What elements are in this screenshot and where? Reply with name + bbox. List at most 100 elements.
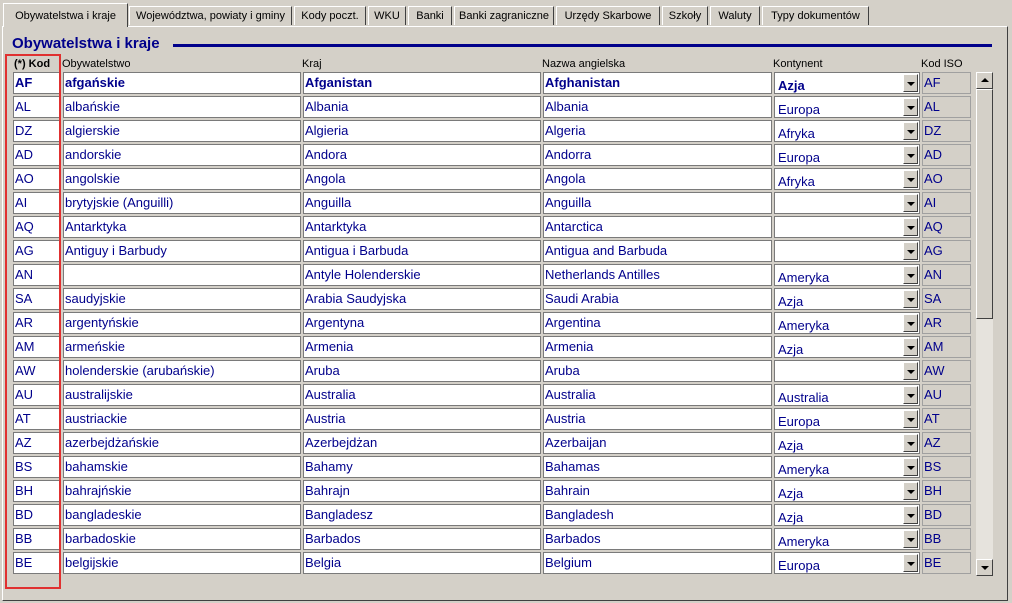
obywatelstwo-cell[interactable]: argentyńskie <box>63 312 301 334</box>
kraj-cell[interactable]: Antigua i Barbuda <box>303 240 541 262</box>
tab-5[interactable]: Banki zagraniczne <box>454 6 554 25</box>
kraj-cell[interactable]: Azerbejdżan <box>303 432 541 454</box>
dropdown-arrow-icon[interactable] <box>903 530 918 548</box>
nazwa-angielska-cell[interactable]: Aruba <box>543 360 772 382</box>
kod-cell[interactable]: DZ <box>13 120 61 142</box>
scroll-up-arrow-icon[interactable] <box>976 72 993 89</box>
nazwa-angielska-cell[interactable]: Bahrain <box>543 480 772 502</box>
dropdown-arrow-icon[interactable] <box>903 554 918 572</box>
kod-cell[interactable]: AO <box>13 168 61 190</box>
kod-cell[interactable]: AD <box>13 144 61 166</box>
kod-cell[interactable]: BS <box>13 456 61 478</box>
kontynent-select[interactable]: Europa <box>774 552 920 574</box>
vertical-scrollbar[interactable] <box>976 72 993 576</box>
kontynent-select[interactable] <box>774 360 920 382</box>
nazwa-angielska-cell[interactable]: Australia <box>543 384 772 406</box>
kraj-cell[interactable]: Australia <box>303 384 541 406</box>
kontynent-select[interactable]: Azja <box>774 288 920 310</box>
header-kod-iso[interactable]: Kod ISO <box>921 58 963 71</box>
dropdown-arrow-icon[interactable] <box>903 362 918 380</box>
kontynent-select[interactable]: Ameryka <box>774 528 920 550</box>
nazwa-angielska-cell[interactable]: Bahamas <box>543 456 772 478</box>
kontynent-select[interactable]: Ameryka <box>774 456 920 478</box>
kod-cell[interactable]: AF <box>13 72 61 94</box>
kraj-cell[interactable]: Albania <box>303 96 541 118</box>
kontynent-select[interactable] <box>774 240 920 262</box>
obywatelstwo-cell[interactable]: austriackie <box>63 408 301 430</box>
obywatelstwo-cell[interactable]: azerbejdżańskie <box>63 432 301 454</box>
dropdown-arrow-icon[interactable] <box>903 146 918 164</box>
kraj-cell[interactable]: Bahamy <box>303 456 541 478</box>
nazwa-angielska-cell[interactable]: Argentina <box>543 312 772 334</box>
dropdown-arrow-icon[interactable] <box>903 314 918 332</box>
dropdown-arrow-icon[interactable] <box>903 290 918 308</box>
kraj-cell[interactable]: Andora <box>303 144 541 166</box>
obywatelstwo-cell[interactable]: bahrajńskie <box>63 480 301 502</box>
kontynent-select[interactable]: Europa <box>774 144 920 166</box>
dropdown-arrow-icon[interactable] <box>903 386 918 404</box>
kraj-cell[interactable]: Armenia <box>303 336 541 358</box>
obywatelstwo-cell[interactable]: algierskie <box>63 120 301 142</box>
dropdown-arrow-icon[interactable] <box>903 98 918 116</box>
nazwa-angielska-cell[interactable]: Netherlands Antilles <box>543 264 772 286</box>
kod-cell[interactable]: AN <box>13 264 61 286</box>
header-kraj[interactable]: Kraj <box>302 58 322 71</box>
kraj-cell[interactable]: Belgia <box>303 552 541 574</box>
dropdown-arrow-icon[interactable] <box>903 434 918 452</box>
kontynent-select[interactable]: Azja <box>774 336 920 358</box>
kraj-cell[interactable]: Antarktyka <box>303 216 541 238</box>
obywatelstwo-cell[interactable]: belgijskie <box>63 552 301 574</box>
kod-cell[interactable]: BH <box>13 480 61 502</box>
kontynent-select[interactable]: Afryka <box>774 168 920 190</box>
nazwa-angielska-cell[interactable]: Angola <box>543 168 772 190</box>
obywatelstwo-cell[interactable]: barbadoskie <box>63 528 301 550</box>
header-nazwa-angielska[interactable]: Nazwa angielska <box>542 58 625 71</box>
obywatelstwo-cell[interactable]: bahamskie <box>63 456 301 478</box>
header-obywatelstwo[interactable]: Obywatelstwo <box>62 58 130 71</box>
nazwa-angielska-cell[interactable]: Andorra <box>543 144 772 166</box>
kod-cell[interactable]: AQ <box>13 216 61 238</box>
kontynent-select[interactable]: Azja <box>774 504 920 526</box>
dropdown-arrow-icon[interactable] <box>903 74 918 92</box>
kraj-cell[interactable]: Algieria <box>303 120 541 142</box>
nazwa-angielska-cell[interactable]: Barbados <box>543 528 772 550</box>
kraj-cell[interactable]: Bahrajn <box>303 480 541 502</box>
obywatelstwo-cell[interactable]: holenderskie (arubańskie) <box>63 360 301 382</box>
nazwa-angielska-cell[interactable]: Anguilla <box>543 192 772 214</box>
kraj-cell[interactable]: Argentyna <box>303 312 541 334</box>
tab-8[interactable]: Waluty <box>710 6 760 25</box>
nazwa-angielska-cell[interactable]: Algeria <box>543 120 772 142</box>
kod-cell[interactable]: BD <box>13 504 61 526</box>
obywatelstwo-cell[interactable]: bangladeskie <box>63 504 301 526</box>
tab-9[interactable]: Typy dokumentów <box>762 6 869 25</box>
nazwa-angielska-cell[interactable]: Afghanistan <box>543 72 772 94</box>
scroll-thumb[interactable] <box>976 89 993 319</box>
kontynent-select[interactable] <box>774 216 920 238</box>
kraj-cell[interactable]: Angola <box>303 168 541 190</box>
kraj-cell[interactable]: Anguilla <box>303 192 541 214</box>
kod-cell[interactable]: SA <box>13 288 61 310</box>
kod-cell[interactable]: AR <box>13 312 61 334</box>
kod-cell[interactable]: AT <box>13 408 61 430</box>
nazwa-angielska-cell[interactable]: Armenia <box>543 336 772 358</box>
kod-cell[interactable]: BE <box>13 552 61 574</box>
kod-cell[interactable]: AZ <box>13 432 61 454</box>
kraj-cell[interactable]: Afganistan <box>303 72 541 94</box>
obywatelstwo-cell[interactable]: australijskie <box>63 384 301 406</box>
kraj-cell[interactable]: Antyle Holenderskie <box>303 264 541 286</box>
dropdown-arrow-icon[interactable] <box>903 338 918 356</box>
tab-1[interactable]: Województwa, powiaty i gminy <box>129 6 292 25</box>
nazwa-angielska-cell[interactable]: Bangladesh <box>543 504 772 526</box>
nazwa-angielska-cell[interactable]: Albania <box>543 96 772 118</box>
header-kontynent[interactable]: Kontynent <box>773 58 823 71</box>
obywatelstwo-cell[interactable]: afgańskie <box>63 72 301 94</box>
dropdown-arrow-icon[interactable] <box>903 170 918 188</box>
kod-cell[interactable]: AL <box>13 96 61 118</box>
tab-7[interactable]: Szkoły <box>662 6 708 25</box>
dropdown-arrow-icon[interactable] <box>903 194 918 212</box>
kraj-cell[interactable]: Arabia Saudyjska <box>303 288 541 310</box>
nazwa-angielska-cell[interactable]: Antigua and Barbuda <box>543 240 772 262</box>
kod-cell[interactable]: BB <box>13 528 61 550</box>
nazwa-angielska-cell[interactable]: Belgium <box>543 552 772 574</box>
kontynent-select[interactable]: Ameryka <box>774 264 920 286</box>
